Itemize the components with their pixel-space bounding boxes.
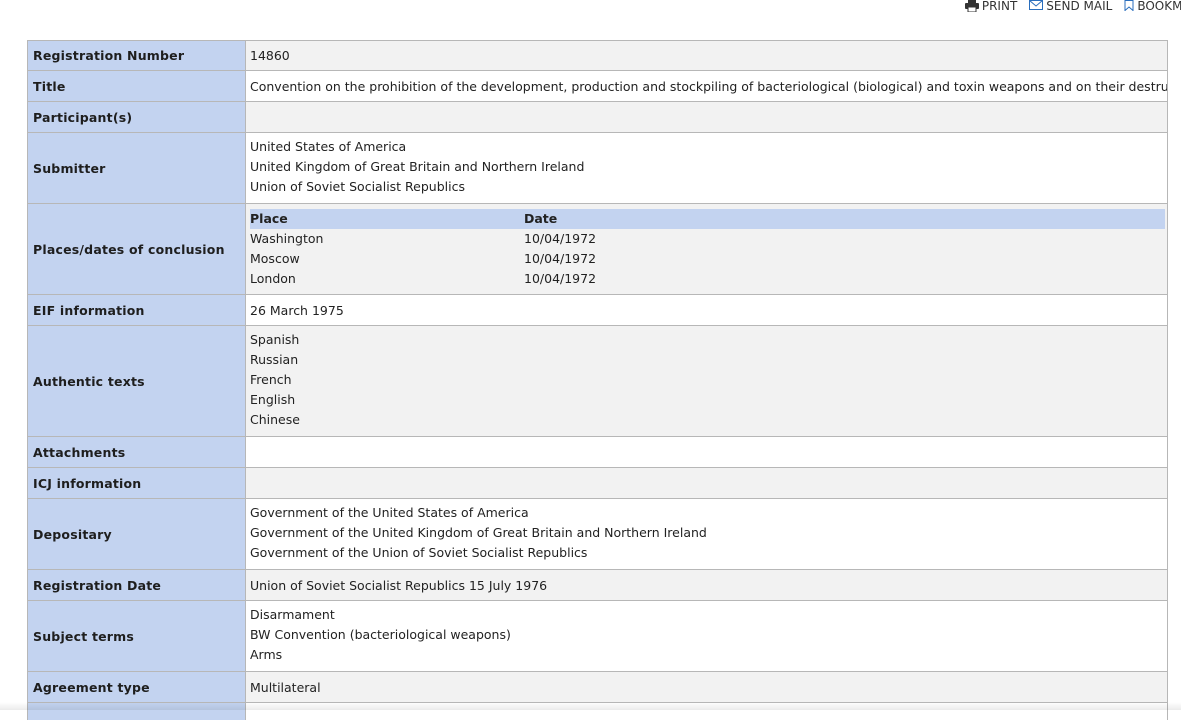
bookmark-action[interactable]: BOOKMAR [1124,0,1181,12]
row-attachments: Attachments [28,437,1167,468]
row-title: Title Convention on the prohibition of t… [28,71,1167,102]
field-label: Registration Date [28,570,246,601]
agreement-type-value: Multilateral [246,672,1168,703]
table-row: Washington 10/04/1972 [250,229,1165,249]
language-item: English [250,390,1163,410]
title-value: Convention on the prohibition of the dev… [246,71,1168,102]
registration-number-value: 14860 [246,41,1168,71]
table-row: Moscow 10/04/1972 [250,249,1165,269]
field-label: Depositary [28,499,246,570]
row-registration-date: Registration Date Union of Soviet Social… [28,570,1167,601]
registration-date-value: Union of Soviet Socialist Republics 15 J… [246,570,1168,601]
field-label: Authentic texts [28,326,246,437]
row-agreement-type: Agreement type Multilateral [28,672,1167,703]
table-row: London 10/04/1972 [250,269,1165,289]
row-eif-information: EIF information 26 March 1975 [28,295,1167,326]
authentic-texts-value: Spanish Russian French English Chinese [246,326,1168,437]
field-label: Places/dates of conclusion [28,204,246,295]
send-mail-action[interactable]: SEND MAIL [1029,0,1112,12]
places-header-row: Place Date [250,209,1165,229]
field-label: Submitter [28,133,246,204]
eif-information-value: 26 March 1975 [246,295,1168,326]
field-label: Title [28,71,246,102]
place-column-header: Place [250,209,524,229]
date-cell: 10/04/1972 [524,269,1165,289]
field-label: Registration Number [28,41,246,71]
participants-value [246,102,1168,133]
place-cell: Washington [250,229,524,249]
depositary-item: Government of the United Kingdom of Grea… [250,523,1163,543]
depositary-item: Government of the Union of Soviet Social… [250,543,1163,563]
record-table: Registration Number 14860 Title Conventi… [28,40,1167,720]
row-authentic-texts: Authentic texts Spanish Russian French E… [28,326,1167,437]
subject-term-item: Disarmament [250,605,1163,625]
language-item: Russian [250,350,1163,370]
depositary-value: Government of the United States of Ameri… [246,499,1168,570]
row-depositary: Depositary Government of the United Stat… [28,499,1167,570]
place-cell: London [250,269,524,289]
row-participants: Participant(s) [28,102,1167,133]
field-label: Agreement type [28,672,246,703]
field-label: Attachments [28,437,246,468]
print-label: PRINT [982,0,1017,12]
date-cell: 10/04/1972 [524,249,1165,269]
field-label: EIF information [28,295,246,326]
envelope-icon [1029,0,1043,10]
row-registration-number: Registration Number 14860 [28,41,1167,71]
bookmark-label: BOOKMAR [1137,0,1181,12]
submitter-item: United States of America [250,137,1163,157]
date-cell: 10/04/1972 [524,229,1165,249]
page-actions: PRINT SEND MAIL BOOKMAR [965,0,1181,16]
submitter-item: United Kingdom of Great Britain and Nort… [250,157,1163,177]
places-dates-table: Place Date Washington 10/04/1972 Moscow … [250,209,1165,289]
field-label: ICJ information [28,468,246,499]
submitter-item: Union of Soviet Socialist Republics [250,177,1163,197]
registration-record: Registration Number 14860 Title Conventi… [27,40,1168,720]
place-cell: Moscow [250,249,524,269]
row-icj-information: ICJ information [28,468,1167,499]
row-subject-terms: Subject terms Disarmament BW Convention … [28,601,1167,672]
subject-term-item: BW Convention (bacteriological weapons) [250,625,1163,645]
language-item: Spanish [250,330,1163,350]
date-column-header: Date [524,209,1165,229]
field-label: Participant(s) [28,102,246,133]
printer-icon [965,0,979,12]
language-item: French [250,370,1163,390]
print-action[interactable]: PRINT [965,0,1017,12]
send-mail-label: SEND MAIL [1046,0,1112,12]
bookmark-icon [1124,0,1134,11]
subject-term-item: Arms [250,645,1163,665]
icj-information-value [246,468,1168,499]
attachments-value [246,437,1168,468]
scroll-shadow [0,702,1181,710]
language-item: Chinese [250,410,1163,430]
row-places-dates: Places/dates of conclusion Place Date Wa… [28,204,1167,295]
subject-terms-value: Disarmament BW Convention (bacteriologic… [246,601,1168,672]
submitter-value: United States of America United Kingdom … [246,133,1168,204]
depositary-item: Government of the United States of Ameri… [250,503,1163,523]
field-label: Subject terms [28,601,246,672]
row-submitter: Submitter United States of America Unite… [28,133,1167,204]
places-dates-value: Place Date Washington 10/04/1972 Moscow … [246,204,1168,295]
